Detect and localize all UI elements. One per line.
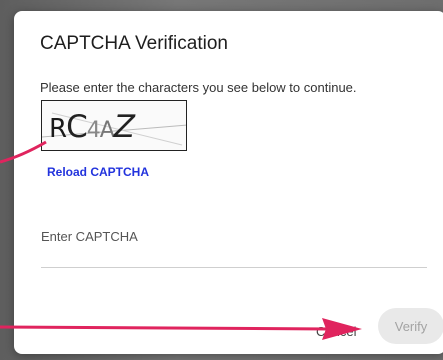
verify-button[interactable]: Verify: [378, 308, 443, 344]
captcha-input-label: Enter CAPTCHA: [41, 229, 138, 244]
captcha-char: A: [99, 118, 115, 143]
cancel-button[interactable]: Cancel: [316, 324, 356, 339]
captcha-image: RC4AZ: [41, 100, 187, 151]
instructions-text: Please enter the characters you see belo…: [40, 80, 357, 95]
captcha-dialog: CAPTCHA Verification Please enter the ch…: [14, 11, 443, 354]
captcha-char: 4: [86, 118, 101, 143]
captcha-input[interactable]: [41, 247, 427, 268]
reload-captcha-link[interactable]: Reload CAPTCHA: [47, 165, 149, 179]
captcha-char: Z: [113, 109, 135, 145]
captcha-characters: RC4AZ: [49, 109, 135, 145]
captcha-char: R: [49, 114, 67, 144]
captcha-char: C: [66, 109, 88, 145]
dialog-title: CAPTCHA Verification: [40, 33, 228, 54]
